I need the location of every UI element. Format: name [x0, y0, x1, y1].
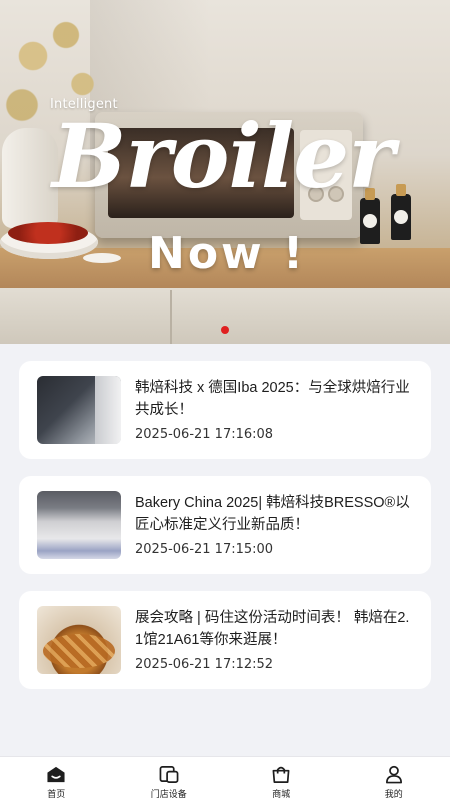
- news-card[interactable]: 韩焙科技 x 德国Iba 2025：与全球烘焙行业共成长！ 2025-06-21…: [19, 361, 431, 459]
- tab-home-label: 首页: [47, 790, 66, 800]
- banner-dish-image: [83, 253, 121, 263]
- banner-title: Broiler: [52, 104, 395, 208]
- banner-cabinet: [0, 288, 450, 344]
- news-card[interactable]: Bakery China 2025| 韩焙科技BRESSO®以匠心标准定义行业新…: [19, 476, 431, 574]
- tab-home[interactable]: 首页: [0, 757, 113, 800]
- hero-banner[interactable]: Intelligent Broiler Now !: [0, 0, 450, 344]
- tab-shop-label: 商城: [272, 790, 291, 800]
- banner-cabinet-divider: [170, 290, 172, 344]
- news-time: 2025-06-21 17:16:08: [135, 427, 274, 442]
- news-thumbnail: [37, 606, 121, 674]
- tab-devices[interactable]: 门店设备: [113, 757, 226, 800]
- bottom-tab-bar: 首页 门店设备 商城 我的: [0, 756, 450, 800]
- banner-vase-image: [2, 128, 58, 228]
- news-time: 2025-06-21 17:12:52: [135, 657, 274, 672]
- tab-devices-label: 门店设备: [150, 790, 187, 800]
- tab-profile[interactable]: 我的: [338, 757, 450, 800]
- tab-shop[interactable]: 商城: [225, 757, 338, 800]
- home-icon: [47, 766, 65, 783]
- devices-icon: [159, 766, 179, 783]
- shopping-bag-icon: [272, 766, 290, 783]
- news-list: 韩焙科技 x 德国Iba 2025：与全球烘焙行业共成长！ 2025-06-21…: [19, 361, 431, 706]
- news-card[interactable]: 展会攻略 | 码住这份活动时间表！ 韩焙在2.1馆21A61等你来逛展！ 202…: [19, 591, 431, 689]
- news-time: 2025-06-21 17:15:00: [135, 542, 274, 557]
- banner-pager: [0, 321, 450, 334]
- banner-subtitle: Now !: [148, 228, 307, 279]
- news-title: 展会攻略 | 码住这份活动时间表！ 韩焙在2.1馆21A61等你来逛展！: [135, 610, 410, 648]
- news-title: Bakery China 2025| 韩焙科技BRESSO®以匠心标准定义行业新…: [135, 495, 410, 533]
- news-thumbnail: [37, 376, 121, 444]
- banner-food-image: [8, 222, 88, 244]
- news-title: 韩焙科技 x 德国Iba 2025：与全球烘焙行业共成长！: [135, 380, 410, 418]
- news-thumbnail: [37, 491, 121, 559]
- profile-icon: [385, 765, 402, 784]
- tab-profile-label: 我的: [384, 790, 403, 800]
- banner-bottle-image: [391, 184, 411, 240]
- pager-dot-active[interactable]: [221, 326, 229, 334]
